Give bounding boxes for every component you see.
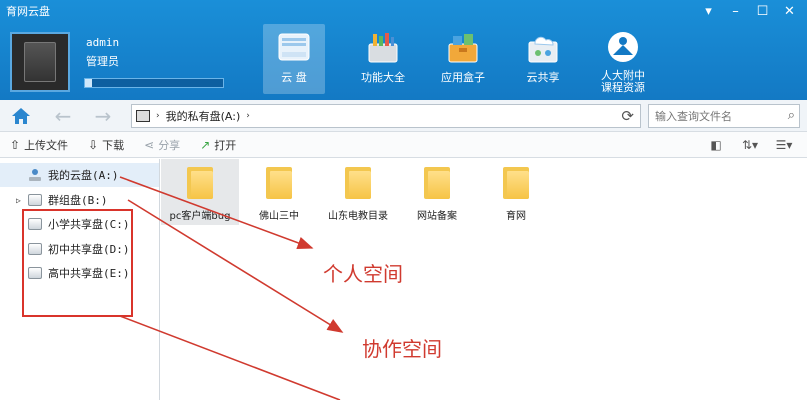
- folder-item[interactable]: 育网: [477, 159, 555, 225]
- annotation-personal-space: 个人空间: [323, 262, 403, 286]
- user-name: admin: [86, 36, 120, 49]
- drive-icon: [28, 267, 42, 279]
- toolbox-icon: [363, 28, 403, 68]
- drive-icon: [136, 110, 150, 122]
- avatar[interactable]: [10, 32, 70, 92]
- nav-cloud-disk-label: 云 盘: [281, 71, 307, 84]
- open-label: 打开: [214, 138, 237, 152]
- folder-icon: [266, 165, 292, 199]
- folder-item[interactable]: 网站备案: [398, 159, 476, 225]
- nav-app-box-label: 应用盒子: [441, 71, 485, 84]
- folder-icon: [345, 165, 371, 199]
- header-bar: 育网云盘 ▾ – ☐ ✕ admin 管理员 云 盘 功能大全 应用盒子 云共享…: [0, 0, 807, 100]
- nav-app-box[interactable]: 应用盒子: [423, 24, 503, 94]
- home-icon[interactable]: [8, 104, 34, 128]
- sidebar-item-label: 我的云盘(A:): [48, 169, 119, 182]
- user-drive-icon: [28, 168, 42, 182]
- view-mode-icon[interactable]: ☰▾: [767, 136, 801, 154]
- open-button[interactable]: ↗ 打开: [200, 137, 236, 153]
- share-icon: ⋖: [144, 137, 155, 152]
- nav-cloud-share[interactable]: 云共享: [503, 24, 583, 94]
- top-navigation: 云 盘 功能大全 应用盒子 云共享 人大附中 课程资源: [263, 24, 663, 94]
- rdfz-logo-icon: [603, 28, 643, 66]
- download-icon: ⇩: [88, 137, 99, 152]
- window-controls: ▾ – ☐ ✕: [695, 0, 803, 22]
- nav-cloud-disk[interactable]: 云 盘: [263, 24, 325, 94]
- view-controls: ◧ ⇅▾ ☰▾: [699, 136, 801, 154]
- upload-label: 上传文件: [24, 138, 69, 152]
- sidebar-item-label: 高中共享盘(E:): [48, 267, 130, 280]
- folder-name: pc客户端bug: [169, 211, 231, 222]
- sidebar-item-label: 群组盘(B:): [48, 194, 108, 207]
- upload-icon: ⇧: [10, 137, 21, 152]
- folder-item[interactable]: pc客户端bug: [161, 159, 239, 225]
- share-label: 分享: [158, 138, 181, 152]
- sidebar-item-junior-share[interactable]: 初中共享盘(D:): [0, 237, 159, 261]
- quota-fill: [85, 79, 92, 87]
- download-button[interactable]: ⇩ 下载: [88, 137, 124, 153]
- nav-rdfz-label-2: 课程资源: [601, 81, 645, 94]
- folder-name: 育网: [506, 211, 526, 222]
- app-box-icon: [443, 28, 483, 68]
- toolbar: ⇧ 上传文件 ⇩ 下载 ⋖ 分享 ↗ 打开 ◧ ⇅▾ ☰▾: [0, 132, 807, 158]
- quota-progress: [84, 78, 224, 88]
- upload-button[interactable]: ⇧ 上传文件: [10, 137, 68, 153]
- nav-rdfz-resources[interactable]: 人大附中 课程资源: [583, 24, 663, 94]
- sidebar-item-group[interactable]: ▷ 群组盘(B:): [0, 188, 159, 212]
- close-icon[interactable]: ✕: [776, 0, 803, 22]
- nav-functions[interactable]: 功能大全: [343, 24, 423, 94]
- sidebar-item-label: 初中共享盘(D:): [48, 243, 130, 256]
- folder-item[interactable]: 佛山三中: [240, 159, 318, 225]
- back-arrow-icon[interactable]: ←: [50, 104, 76, 128]
- nav-cloud-share-label: 云共享: [526, 71, 560, 84]
- menu-dropdown-icon[interactable]: ▾: [695, 0, 722, 22]
- user-role: 管理员: [86, 55, 119, 68]
- sidebar-item-my-cloud[interactable]: 我的云盘(A:): [0, 163, 159, 187]
- open-icon: ↗: [200, 137, 211, 152]
- nav-functions-label: 功能大全: [361, 71, 405, 84]
- minimize-icon[interactable]: –: [722, 0, 749, 22]
- server-icon: [24, 42, 56, 82]
- drive-icon: [28, 194, 42, 206]
- file-list: pc客户端bug 佛山三中 山东电教目录 网站备案 育网: [161, 159, 807, 400]
- download-label: 下载: [102, 138, 125, 152]
- panel-toggle-icon[interactable]: ◧: [699, 136, 733, 154]
- folder-name: 佛山三中: [259, 211, 299, 222]
- path-separator-icon: ›: [246, 111, 250, 121]
- sidebar-item-primary-share[interactable]: 小学共享盘(C:): [0, 212, 159, 236]
- folder-icon: [187, 165, 213, 199]
- sort-icon[interactable]: ⇅▾: [733, 136, 767, 154]
- folder-item[interactable]: 山东电教目录: [319, 159, 397, 225]
- refresh-icon[interactable]: ⟳: [621, 107, 634, 125]
- folder-name: 网站备案: [417, 211, 457, 222]
- sidebar: 我的云盘(A:) ▷ 群组盘(B:) 小学共享盘(C:) 初中共享盘(D:) 高…: [0, 159, 160, 400]
- search-field[interactable]: ⌕: [648, 104, 800, 128]
- folder-name: 山东电教目录: [328, 211, 388, 222]
- window-title: 育网云盘: [6, 5, 50, 18]
- search-input[interactable]: [655, 109, 775, 123]
- share-button[interactable]: ⋖ 分享: [144, 137, 180, 153]
- sidebar-item-senior-share[interactable]: 高中共享盘(E:): [0, 261, 159, 285]
- address-field[interactable]: › 我的私有盘(A:) › ⟳: [131, 104, 641, 128]
- cloud-disk-icon: [274, 28, 314, 68]
- maximize-icon[interactable]: ☐: [749, 0, 776, 22]
- folder-icon: [424, 165, 450, 199]
- drive-icon: [28, 218, 42, 230]
- path-separator-icon: ›: [156, 111, 160, 121]
- address-bar: ← → › 我的私有盘(A:) › ⟳ ⌕: [0, 100, 807, 132]
- address-path: 我的私有盘(A:): [165, 110, 241, 123]
- cloud-share-icon: [523, 28, 563, 68]
- folder-icon: [503, 165, 529, 199]
- drive-icon: [28, 243, 42, 255]
- sidebar-item-label: 小学共享盘(C:): [48, 218, 130, 231]
- expand-arrow-icon[interactable]: ▷: [16, 196, 28, 205]
- forward-arrow-icon[interactable]: →: [90, 104, 116, 128]
- search-icon[interactable]: ⌕: [788, 108, 795, 123]
- annotation-collab-space: 协作空间: [362, 337, 442, 361]
